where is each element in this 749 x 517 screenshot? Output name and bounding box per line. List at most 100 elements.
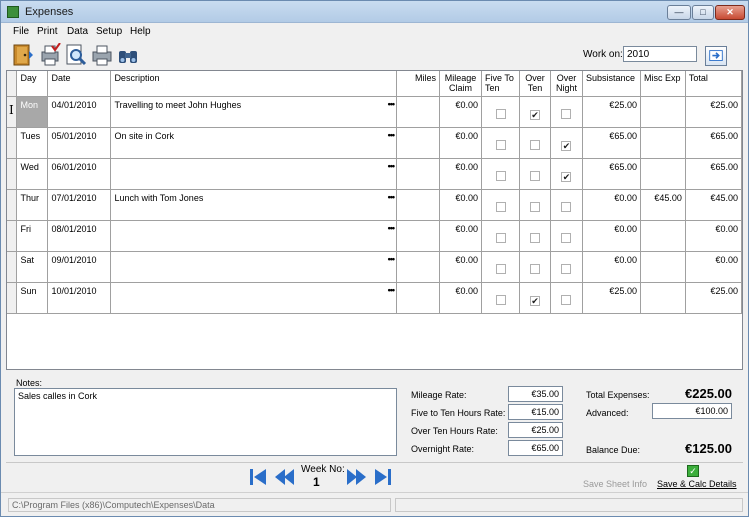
- cell-subsistance[interactable]: €25.00: [582, 96, 641, 128]
- checkbox[interactable]: [529, 233, 540, 243]
- cell-five-to-ten[interactable]: [481, 189, 520, 221]
- cell-day[interactable]: Thur: [16, 189, 49, 221]
- cell-day[interactable]: Sun: [16, 282, 49, 314]
- more-ellipsis-icon[interactable]: •••: [388, 254, 396, 264]
- cell-subsistance[interactable]: €0.00: [582, 251, 641, 283]
- table-row[interactable]: Sun 10/01/2010 ••• €0.00 ✔ €25.00 €25.00: [7, 282, 742, 314]
- cell-day[interactable]: Wed: [16, 158, 49, 190]
- cell-five-to-ten[interactable]: [481, 127, 520, 159]
- col-header-misc-exp[interactable]: Misc Exp: [640, 71, 686, 97]
- cell-misc-exp[interactable]: [640, 96, 686, 128]
- more-ellipsis-icon[interactable]: •••: [388, 130, 396, 140]
- cell-miles[interactable]: [396, 127, 441, 159]
- cell-description[interactable]: •••: [110, 282, 398, 314]
- cell-subsistance[interactable]: €25.00: [582, 282, 641, 314]
- checkbox[interactable]: [561, 264, 572, 274]
- menu-help[interactable]: Help: [130, 26, 151, 37]
- checkbox[interactable]: [495, 233, 506, 243]
- cell-total[interactable]: €45.00: [685, 189, 742, 221]
- col-header-description[interactable]: Description: [110, 71, 398, 97]
- cell-total[interactable]: €65.00: [685, 158, 742, 190]
- row-header[interactable]: [7, 127, 18, 159]
- col-header-over-ten[interactable]: Over Ten: [519, 71, 551, 97]
- cell-misc-exp[interactable]: [640, 127, 686, 159]
- table-row[interactable]: Fri 08/01/2010 ••• €0.00 €0.00 €0.00: [7, 220, 742, 252]
- cell-miles[interactable]: [396, 189, 441, 221]
- cell-over-ten[interactable]: [519, 189, 551, 221]
- save-sheet-info-button[interactable]: Save Sheet Info: [583, 479, 647, 489]
- checkbox[interactable]: ✔: [561, 141, 572, 151]
- cell-description[interactable]: Travelling to meet John Hughes •••: [110, 96, 398, 128]
- cell-date[interactable]: 10/01/2010: [47, 282, 112, 314]
- cell-total[interactable]: €65.00: [685, 127, 742, 159]
- more-ellipsis-icon[interactable]: •••: [388, 99, 396, 109]
- menu-file[interactable]: File: [13, 26, 29, 37]
- cell-over-night[interactable]: [550, 96, 583, 128]
- advanced-input[interactable]: €100.00: [652, 403, 732, 419]
- checkbox[interactable]: ✔: [561, 172, 572, 182]
- maximize-button[interactable]: □: [692, 5, 714, 20]
- col-header-subsistance[interactable]: Subsistance: [582, 71, 641, 97]
- table-row[interactable]: Mon 04/01/2010 Travelling to meet John Hug…: [7, 96, 742, 128]
- cell-five-to-ten[interactable]: [481, 158, 520, 190]
- cell-date[interactable]: 05/01/2010: [47, 127, 112, 159]
- close-button[interactable]: ✕: [715, 5, 745, 20]
- col-header-mileage-claim[interactable]: Mileage Claim: [439, 71, 483, 97]
- binoculars-icon[interactable]: [116, 43, 140, 67]
- cell-miles[interactable]: [396, 158, 441, 190]
- printer-icon[interactable]: [90, 43, 114, 67]
- checkbox[interactable]: [529, 140, 540, 150]
- row-header[interactable]: [7, 220, 18, 252]
- row-header[interactable]: [7, 189, 18, 221]
- cell-description[interactable]: On site in Cork •••: [110, 127, 398, 159]
- cell-misc-exp[interactable]: [640, 158, 686, 190]
- cell-description[interactable]: •••: [110, 158, 398, 190]
- cell-mileage-claim[interactable]: €0.00: [439, 158, 483, 190]
- work-on-input[interactable]: [623, 46, 697, 62]
- overnight-rate-input[interactable]: €65.00: [508, 440, 563, 456]
- checkbox[interactable]: [495, 202, 506, 212]
- cell-over-night[interactable]: [550, 189, 583, 221]
- first-week-button[interactable]: [247, 466, 269, 488]
- more-ellipsis-icon[interactable]: •••: [388, 192, 396, 202]
- cell-mileage-claim[interactable]: €0.00: [439, 127, 483, 159]
- cell-mileage-claim[interactable]: €0.00: [439, 96, 483, 128]
- cell-day[interactable]: Tues: [16, 127, 49, 159]
- print-check-icon[interactable]: [38, 43, 62, 67]
- cell-five-to-ten[interactable]: [481, 220, 520, 252]
- cell-mileage-claim[interactable]: €0.00: [439, 282, 483, 314]
- checkbox[interactable]: [561, 202, 572, 212]
- cell-total[interactable]: €0.00: [685, 220, 742, 252]
- more-ellipsis-icon[interactable]: •••: [388, 285, 396, 295]
- col-header-over-night[interactable]: Over Night: [550, 71, 583, 97]
- table-row[interactable]: Tues 05/01/2010 On site in Cork ••• €0.00 ✔ €6…: [7, 127, 742, 159]
- cell-over-ten[interactable]: ✔: [519, 96, 551, 128]
- print-preview-icon[interactable]: [64, 43, 88, 67]
- go-arrow-button[interactable]: [705, 46, 727, 66]
- table-row[interactable]: Thur 07/01/2010 Lunch with Tom Jones ••• €0.…: [7, 189, 742, 221]
- exit-door-icon[interactable]: [11, 43, 35, 67]
- last-week-button[interactable]: [372, 466, 394, 488]
- cell-date[interactable]: 09/01/2010: [47, 251, 112, 283]
- save-calc-details-button[interactable]: Save & Calc Details: [657, 479, 737, 489]
- col-header-total[interactable]: Total: [685, 71, 742, 97]
- cell-five-to-ten[interactable]: [481, 96, 520, 128]
- cell-date[interactable]: 07/01/2010: [47, 189, 112, 221]
- checkbox[interactable]: [495, 140, 506, 150]
- cell-date[interactable]: 04/01/2010: [47, 96, 112, 128]
- cell-date[interactable]: 06/01/2010: [47, 158, 112, 190]
- cell-misc-exp[interactable]: €45.00: [640, 189, 686, 221]
- cell-subsistance[interactable]: €65.00: [582, 158, 641, 190]
- cell-over-night[interactable]: ✔: [550, 127, 583, 159]
- cell-misc-exp[interactable]: [640, 282, 686, 314]
- cell-subsistance[interactable]: €0.00: [582, 220, 641, 252]
- table-row[interactable]: Sat 09/01/2010 ••• €0.00 €0.00 €0.00: [7, 251, 742, 283]
- cell-description[interactable]: •••: [110, 251, 398, 283]
- cell-miles[interactable]: [396, 251, 441, 283]
- cell-day[interactable]: Sat: [16, 251, 49, 283]
- col-header-date[interactable]: Date: [47, 71, 112, 97]
- cell-misc-exp[interactable]: [640, 251, 686, 283]
- checkbox[interactable]: ✔: [529, 110, 540, 120]
- checkbox[interactable]: [495, 264, 506, 274]
- cell-five-to-ten[interactable]: [481, 251, 520, 283]
